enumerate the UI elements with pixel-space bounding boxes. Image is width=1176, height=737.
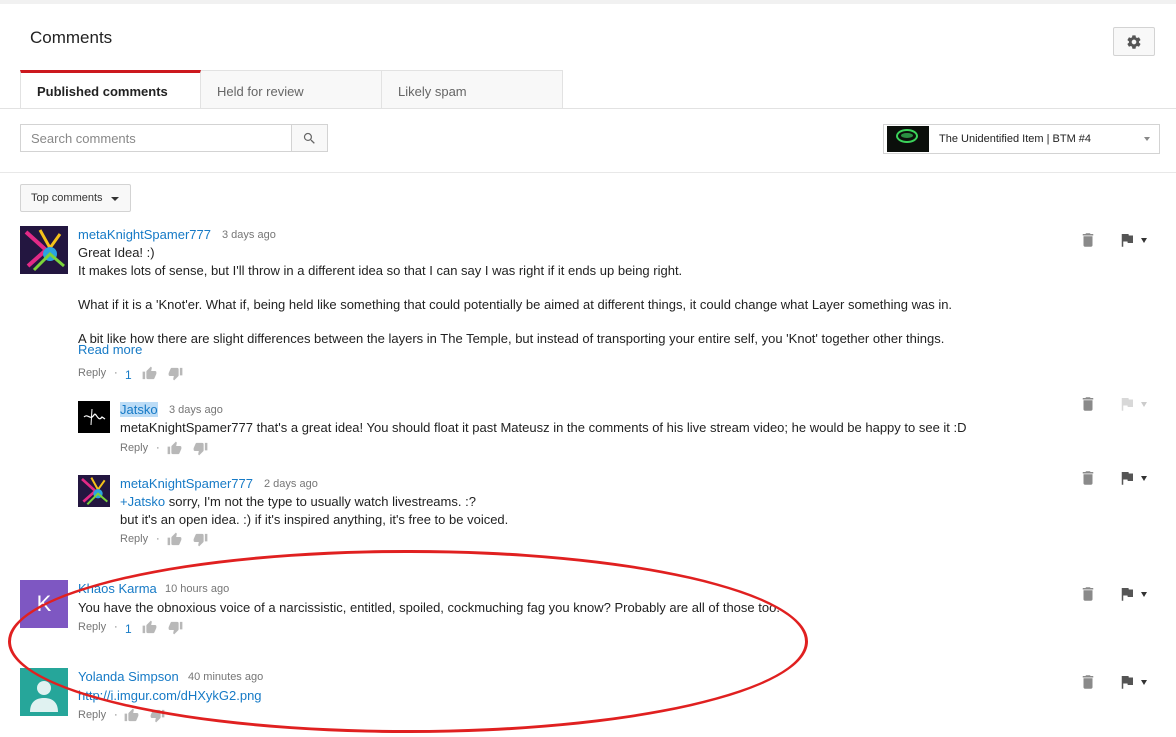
tabs-divider xyxy=(0,108,1176,109)
chevron-down-icon[interactable] xyxy=(1141,680,1147,685)
reply-item: metaKnightSpamer777 2 days ago +Jatsko s… xyxy=(78,475,1160,545)
search-input[interactable]: Search comments xyxy=(20,124,292,152)
thumbs-up-icon[interactable] xyxy=(167,532,182,547)
avatar-initial: K xyxy=(36,591,52,616)
reply-button[interactable]: Reply xyxy=(120,442,148,454)
reply-item: Jatsko 3 days ago metaKnightSpamer777 th… xyxy=(78,401,1160,461)
comment-timestamp[interactable]: 3 days ago xyxy=(222,229,276,241)
comment-tabs: Published comments Held for review Likel… xyxy=(20,70,563,108)
avatar[interactable] xyxy=(78,475,110,507)
trash-icon[interactable] xyxy=(1079,673,1097,691)
flag-icon[interactable] xyxy=(1118,585,1136,603)
search-icon xyxy=(303,132,315,144)
read-more-link[interactable]: Read more xyxy=(78,342,142,357)
flag-icon[interactable] xyxy=(1118,231,1136,249)
sort-label: Top comments xyxy=(31,192,103,204)
thumbs-down-icon[interactable] xyxy=(168,366,183,381)
comment-text-line: You have the obnoxious voice of a narcis… xyxy=(78,600,780,615)
thumbs-up-icon[interactable] xyxy=(124,708,139,723)
reply-button[interactable]: Reply xyxy=(78,621,106,633)
gear-icon xyxy=(1127,34,1141,49)
comment-timestamp[interactable]: 10 hours ago xyxy=(165,583,229,595)
thumbs-up-icon[interactable] xyxy=(142,366,157,381)
comment-text-line: A bit like how there are slight differen… xyxy=(78,331,945,346)
thumbs-down-icon[interactable] xyxy=(193,441,208,456)
tab-published-comments[interactable]: Published comments xyxy=(20,70,201,108)
separator-dot: · xyxy=(156,442,160,454)
settings-button[interactable] xyxy=(1113,27,1155,56)
reply-button[interactable]: Reply xyxy=(78,709,106,721)
like-count: 1 xyxy=(125,622,132,636)
trash-icon[interactable] xyxy=(1079,231,1097,249)
chevron-down-icon[interactable] xyxy=(1141,402,1147,407)
sort-dropdown[interactable]: Top comments xyxy=(20,184,131,212)
comment-text-line: Great Idea! :) xyxy=(78,245,155,260)
comment-link[interactable]: http://i.imgur.com/dHXykG2.png xyxy=(78,687,262,704)
thumbs-up-icon[interactable] xyxy=(167,441,182,456)
comments-panel: Comments Published comments Held for rev… xyxy=(0,0,1176,737)
video-selector[interactable]: The Unidentified Item | BTM #4 xyxy=(883,124,1160,154)
separator-dot: · xyxy=(114,709,118,721)
comment-item: Yolanda Simpson 40 minutes ago http://i.… xyxy=(20,668,1160,728)
comment-text: sorry, I'm not the type to usually watch… xyxy=(165,494,476,509)
chevron-down-icon[interactable] xyxy=(1141,592,1147,597)
trash-icon[interactable] xyxy=(1079,469,1097,487)
comment-author[interactable]: metaKnightSpamer777 xyxy=(78,227,211,242)
avatar[interactable] xyxy=(78,401,110,433)
tab-held-for-review[interactable]: Held for review xyxy=(201,70,382,108)
thumbs-up-icon[interactable] xyxy=(142,620,157,635)
chevron-down-icon xyxy=(1144,137,1150,141)
trash-icon[interactable] xyxy=(1079,585,1097,603)
avatar[interactable] xyxy=(20,226,68,274)
comment-text-line: It makes lots of sense, but I'll throw i… xyxy=(78,263,683,278)
comment-text-line: +Jatsko sorry, I'm not the type to usual… xyxy=(120,493,476,510)
comment-text-line: metaKnightSpamer777 that's a great idea!… xyxy=(120,420,967,435)
avatar[interactable]: K xyxy=(20,580,68,628)
page-title: Comments xyxy=(30,28,113,47)
avatar[interactable] xyxy=(20,668,68,716)
reply-button[interactable]: Reply xyxy=(78,367,106,379)
thumbs-down-icon[interactable] xyxy=(150,708,165,723)
comment-text-line: What if it is a 'Knot'er. What if, being… xyxy=(78,297,953,312)
thumbs-down-icon[interactable] xyxy=(193,532,208,547)
comment-author[interactable]: Jatsko xyxy=(120,402,158,417)
flag-icon[interactable] xyxy=(1118,469,1136,487)
comment-timestamp[interactable]: 3 days ago xyxy=(169,404,223,416)
comment-author[interactable]: Khaos Karma xyxy=(78,581,157,596)
comment-author[interactable]: metaKnightSpamer777 xyxy=(120,476,253,491)
chevron-down-icon xyxy=(111,197,119,201)
search-button[interactable] xyxy=(291,124,328,152)
comment-item: metaKnightSpamer777 3 days ago Great Ide… xyxy=(20,226,1160,386)
chevron-down-icon[interactable] xyxy=(1141,476,1147,481)
like-count: 1 xyxy=(125,368,132,382)
flag-icon[interactable] xyxy=(1118,673,1136,691)
video-thumbnail xyxy=(887,126,929,152)
reply-button[interactable]: Reply xyxy=(120,533,148,545)
trash-icon[interactable] xyxy=(1079,395,1097,413)
video-title: The Unidentified Item | BTM #4 xyxy=(939,133,1092,145)
divider xyxy=(0,172,1176,173)
comment-item: K Khaos Karma 10 hours ago You have the … xyxy=(20,580,1160,640)
comment-timestamp[interactable]: 40 minutes ago xyxy=(188,671,263,683)
separator-dot: · xyxy=(156,533,160,545)
thumbs-down-icon[interactable] xyxy=(168,620,183,635)
flag-icon[interactable] xyxy=(1118,395,1136,413)
comment-author[interactable]: Yolanda Simpson xyxy=(78,669,179,684)
separator-dot: · xyxy=(114,367,118,379)
tab-likely-spam[interactable]: Likely spam xyxy=(382,70,563,108)
chevron-down-icon[interactable] xyxy=(1141,238,1147,243)
comment-timestamp[interactable]: 2 days ago xyxy=(264,478,318,490)
mention-link[interactable]: +Jatsko xyxy=(120,494,165,509)
separator-dot: · xyxy=(114,621,118,633)
comment-text-line: but it's an open idea. :) if it's inspir… xyxy=(120,512,509,527)
